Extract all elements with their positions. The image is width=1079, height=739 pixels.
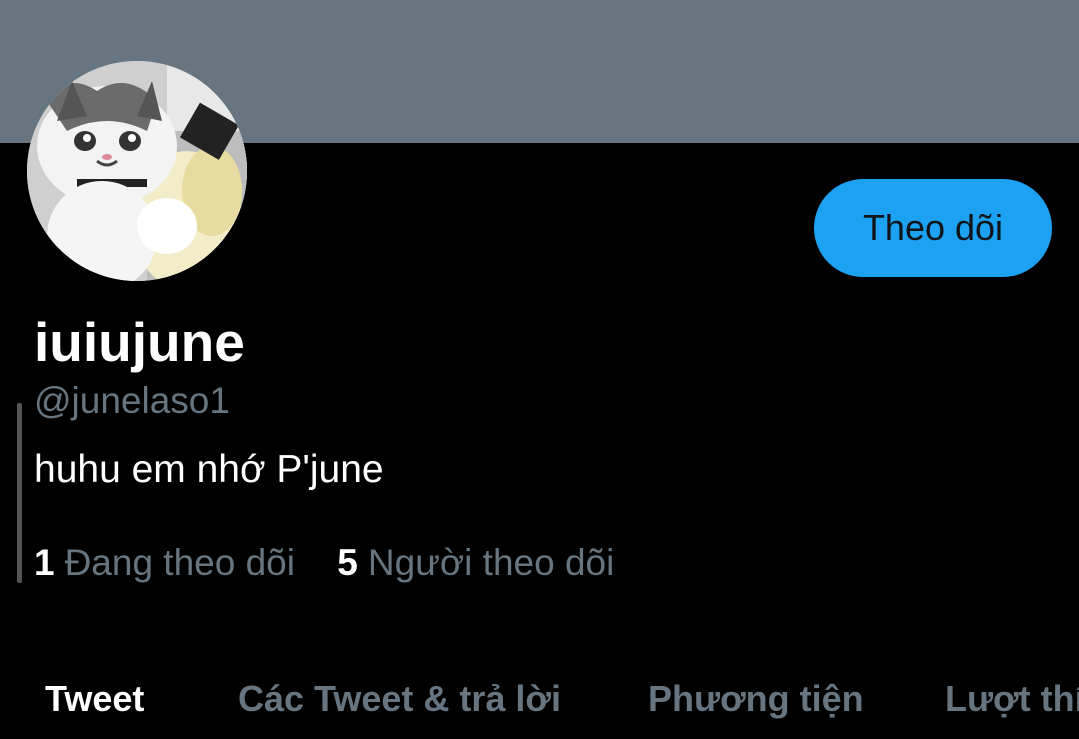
display-name: iuiujune <box>34 311 245 373</box>
profile-avatar[interactable] <box>27 61 247 281</box>
tab-tweets-and-replies[interactable]: Các Tweet & trả lời <box>238 678 561 720</box>
scroll-indicator[interactable] <box>17 403 22 583</box>
following-label: Đang theo dõi <box>64 542 295 583</box>
user-handle: @junelaso1 <box>34 380 230 421</box>
following-count: 1 <box>34 542 55 583</box>
profile-bio: huhu em nhớ P'june <box>34 448 384 491</box>
tab-media[interactable]: Phương tiện <box>648 678 864 720</box>
follow-stats: 1 Đang theo dõi 5 Người theo dõi <box>34 542 646 584</box>
followers-stat[interactable]: 5 Người theo dõi <box>337 542 614 584</box>
follow-button[interactable]: Theo dõi <box>814 179 1052 277</box>
crying-cat-avatar-icon <box>27 61 247 281</box>
following-stat[interactable]: 1 Đang theo dõi <box>34 542 295 584</box>
profile-tabs: Tweet Các Tweet & trả lời Phương tiện Lư… <box>0 672 1079 732</box>
tab-likes[interactable]: Lượt thí <box>945 678 1079 720</box>
followers-label: Người theo dõi <box>367 542 615 583</box>
tab-tweets[interactable]: Tweet <box>45 678 144 720</box>
followers-count: 5 <box>337 542 358 583</box>
